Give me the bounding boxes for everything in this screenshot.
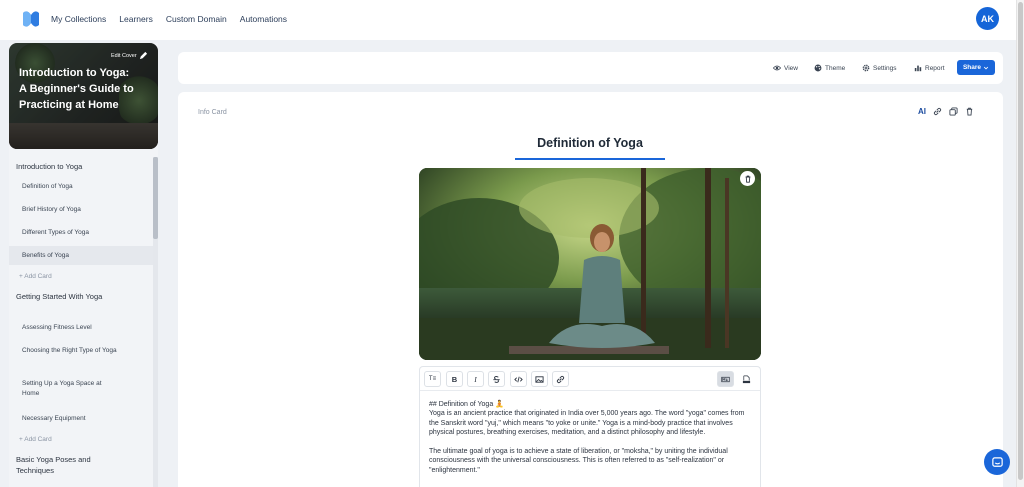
editor-toolbar: T≡ B I <box>420 367 760 391</box>
trash-icon <box>745 175 750 183</box>
sidebar-item-brief-history[interactable]: Brief History of Yoga <box>9 205 153 215</box>
view-button[interactable]: View <box>773 64 798 72</box>
view-label: View <box>784 64 798 72</box>
text-format-button[interactable]: T≡ <box>424 371 441 387</box>
editor-paragraph-2: The ultimate goal of yoga is to achieve … <box>429 448 730 474</box>
html-icon <box>742 375 751 383</box>
link-icon <box>556 375 565 383</box>
sidebar-item-fitness-level[interactable]: Assessing Fitness Level <box>9 323 153 333</box>
report-label: Report <box>925 64 945 72</box>
pencil-icon <box>139 51 147 60</box>
share-label: Share <box>962 64 982 71</box>
bold-icon: B <box>451 374 458 384</box>
code-icon <box>514 376 523 382</box>
sidebar-item-types-of-yoga[interactable]: Different Types of Yoga <box>9 228 153 238</box>
share-button[interactable]: Share <box>957 60 995 75</box>
italic-button[interactable]: I <box>467 371 484 387</box>
sidebar-scrollbar-thumb[interactable] <box>153 157 158 239</box>
section-title-basic-poses[interactable]: Basic Yoga Poses and Techniques <box>16 454 116 476</box>
report-button[interactable]: Report <box>914 64 945 72</box>
support-chat-button[interactable] <box>984 449 1010 475</box>
title-underline <box>515 158 665 160</box>
eye-icon <box>773 65 781 71</box>
sidebar-scrollbar[interactable] <box>153 157 158 487</box>
image-delete-button[interactable] <box>740 171 755 186</box>
section-title-introduction[interactable]: Introduction to Yoga <box>16 161 82 172</box>
strikethrough-button[interactable] <box>488 371 505 387</box>
ai-button[interactable]: AI <box>918 107 926 116</box>
markdown-icon <box>721 376 730 382</box>
section-title-getting-started[interactable]: Getting Started With Yoga <box>16 291 116 302</box>
insert-image-button[interactable] <box>531 371 548 387</box>
card-hero-image[interactable] <box>419 168 761 360</box>
sidebar-item-yoga-space[interactable]: Setting Up a Yoga Space at Home <box>9 379 119 399</box>
add-card-button[interactable]: + Add Card <box>19 273 52 280</box>
edit-cover-label: Edit Cover <box>111 52 137 59</box>
page-scrollbar-thumb[interactable] <box>1018 2 1023 480</box>
sidebar-item-benefits-of-yoga[interactable]: Benefits of Yoga <box>9 246 153 265</box>
editor-heading-line: ## Definition of Yoga 🧘 <box>429 401 504 408</box>
chevron-down-icon <box>983 66 989 69</box>
top-navigation-bar: My Collections Learners Custom Domain Au… <box>0 0 1024 40</box>
markdown-mode-button[interactable] <box>717 371 734 387</box>
course-title: Introduction to Yoga: A Beginner's Guide… <box>19 67 134 111</box>
card-type-label: Info Card <box>198 109 227 116</box>
settings-button[interactable]: Settings <box>862 64 897 72</box>
page-scrollbar[interactable] <box>1016 0 1024 487</box>
image-icon <box>535 375 544 383</box>
edit-cover-button[interactable]: Edit Cover <box>111 51 148 60</box>
strikethrough-icon <box>493 375 500 383</box>
chat-icon <box>991 456 1003 467</box>
sidebar-item-equipment[interactable]: Necessary Equipment <box>9 414 153 424</box>
card-editor-panel: Info Card AI Definition of Yoga T≡ B I #… <box>178 92 1003 487</box>
meditation-scene-illustration <box>419 168 761 360</box>
user-avatar[interactable]: AK <box>976 7 999 30</box>
theme-button[interactable]: Theme <box>814 64 845 72</box>
nav-link-custom-domain[interactable]: Custom Domain <box>166 14 227 24</box>
top-toolbar: View Theme Settings Report Share <box>178 52 1003 84</box>
card-title[interactable]: Definition of Yoga <box>515 136 665 150</box>
theme-label: Theme <box>825 64 846 72</box>
delete-icon[interactable] <box>965 107 974 116</box>
settings-label: Settings <box>873 64 897 72</box>
bold-button[interactable]: B <box>446 371 463 387</box>
nav-link-automations[interactable]: Automations <box>240 14 287 24</box>
app-logo-icon[interactable] <box>21 9 41 29</box>
card-actions: AI <box>918 107 974 116</box>
gear-icon <box>862 64 870 72</box>
add-card-button[interactable]: + Add Card <box>19 436 52 443</box>
italic-icon: I <box>474 374 477 384</box>
editor-paragraph-1: Yoga is an ancient practice that origina… <box>429 410 747 437</box>
duplicate-icon[interactable] <box>949 107 958 116</box>
markdown-editor[interactable]: T≡ B I ## Definition of Yoga 🧘 Yoga is an <box>419 366 761 487</box>
nav-link-my-collections[interactable]: My Collections <box>51 14 106 24</box>
link-icon[interactable] <box>933 107 942 116</box>
palette-icon <box>814 64 822 72</box>
insert-link-button[interactable] <box>552 371 569 387</box>
nav-link-learners[interactable]: Learners <box>119 14 153 24</box>
editor-content[interactable]: ## Definition of Yoga 🧘 Yoga is an ancien… <box>429 400 754 475</box>
text-format-icon: T≡ <box>428 376 437 382</box>
course-sidebar: Edit Cover Introduction to Yoga: A Begin… <box>9 43 158 487</box>
bar-chart-icon <box>914 65 922 72</box>
sidebar-item-definition-of-yoga[interactable]: Definition of Yoga <box>9 182 153 192</box>
code-button[interactable] <box>510 371 527 387</box>
html-mode-button[interactable] <box>738 371 755 387</box>
course-cover-image: Edit Cover Introduction to Yoga: A Begin… <box>9 43 158 149</box>
sidebar-item-choosing-yoga[interactable]: Choosing the Right Type of Yoga <box>9 346 119 356</box>
